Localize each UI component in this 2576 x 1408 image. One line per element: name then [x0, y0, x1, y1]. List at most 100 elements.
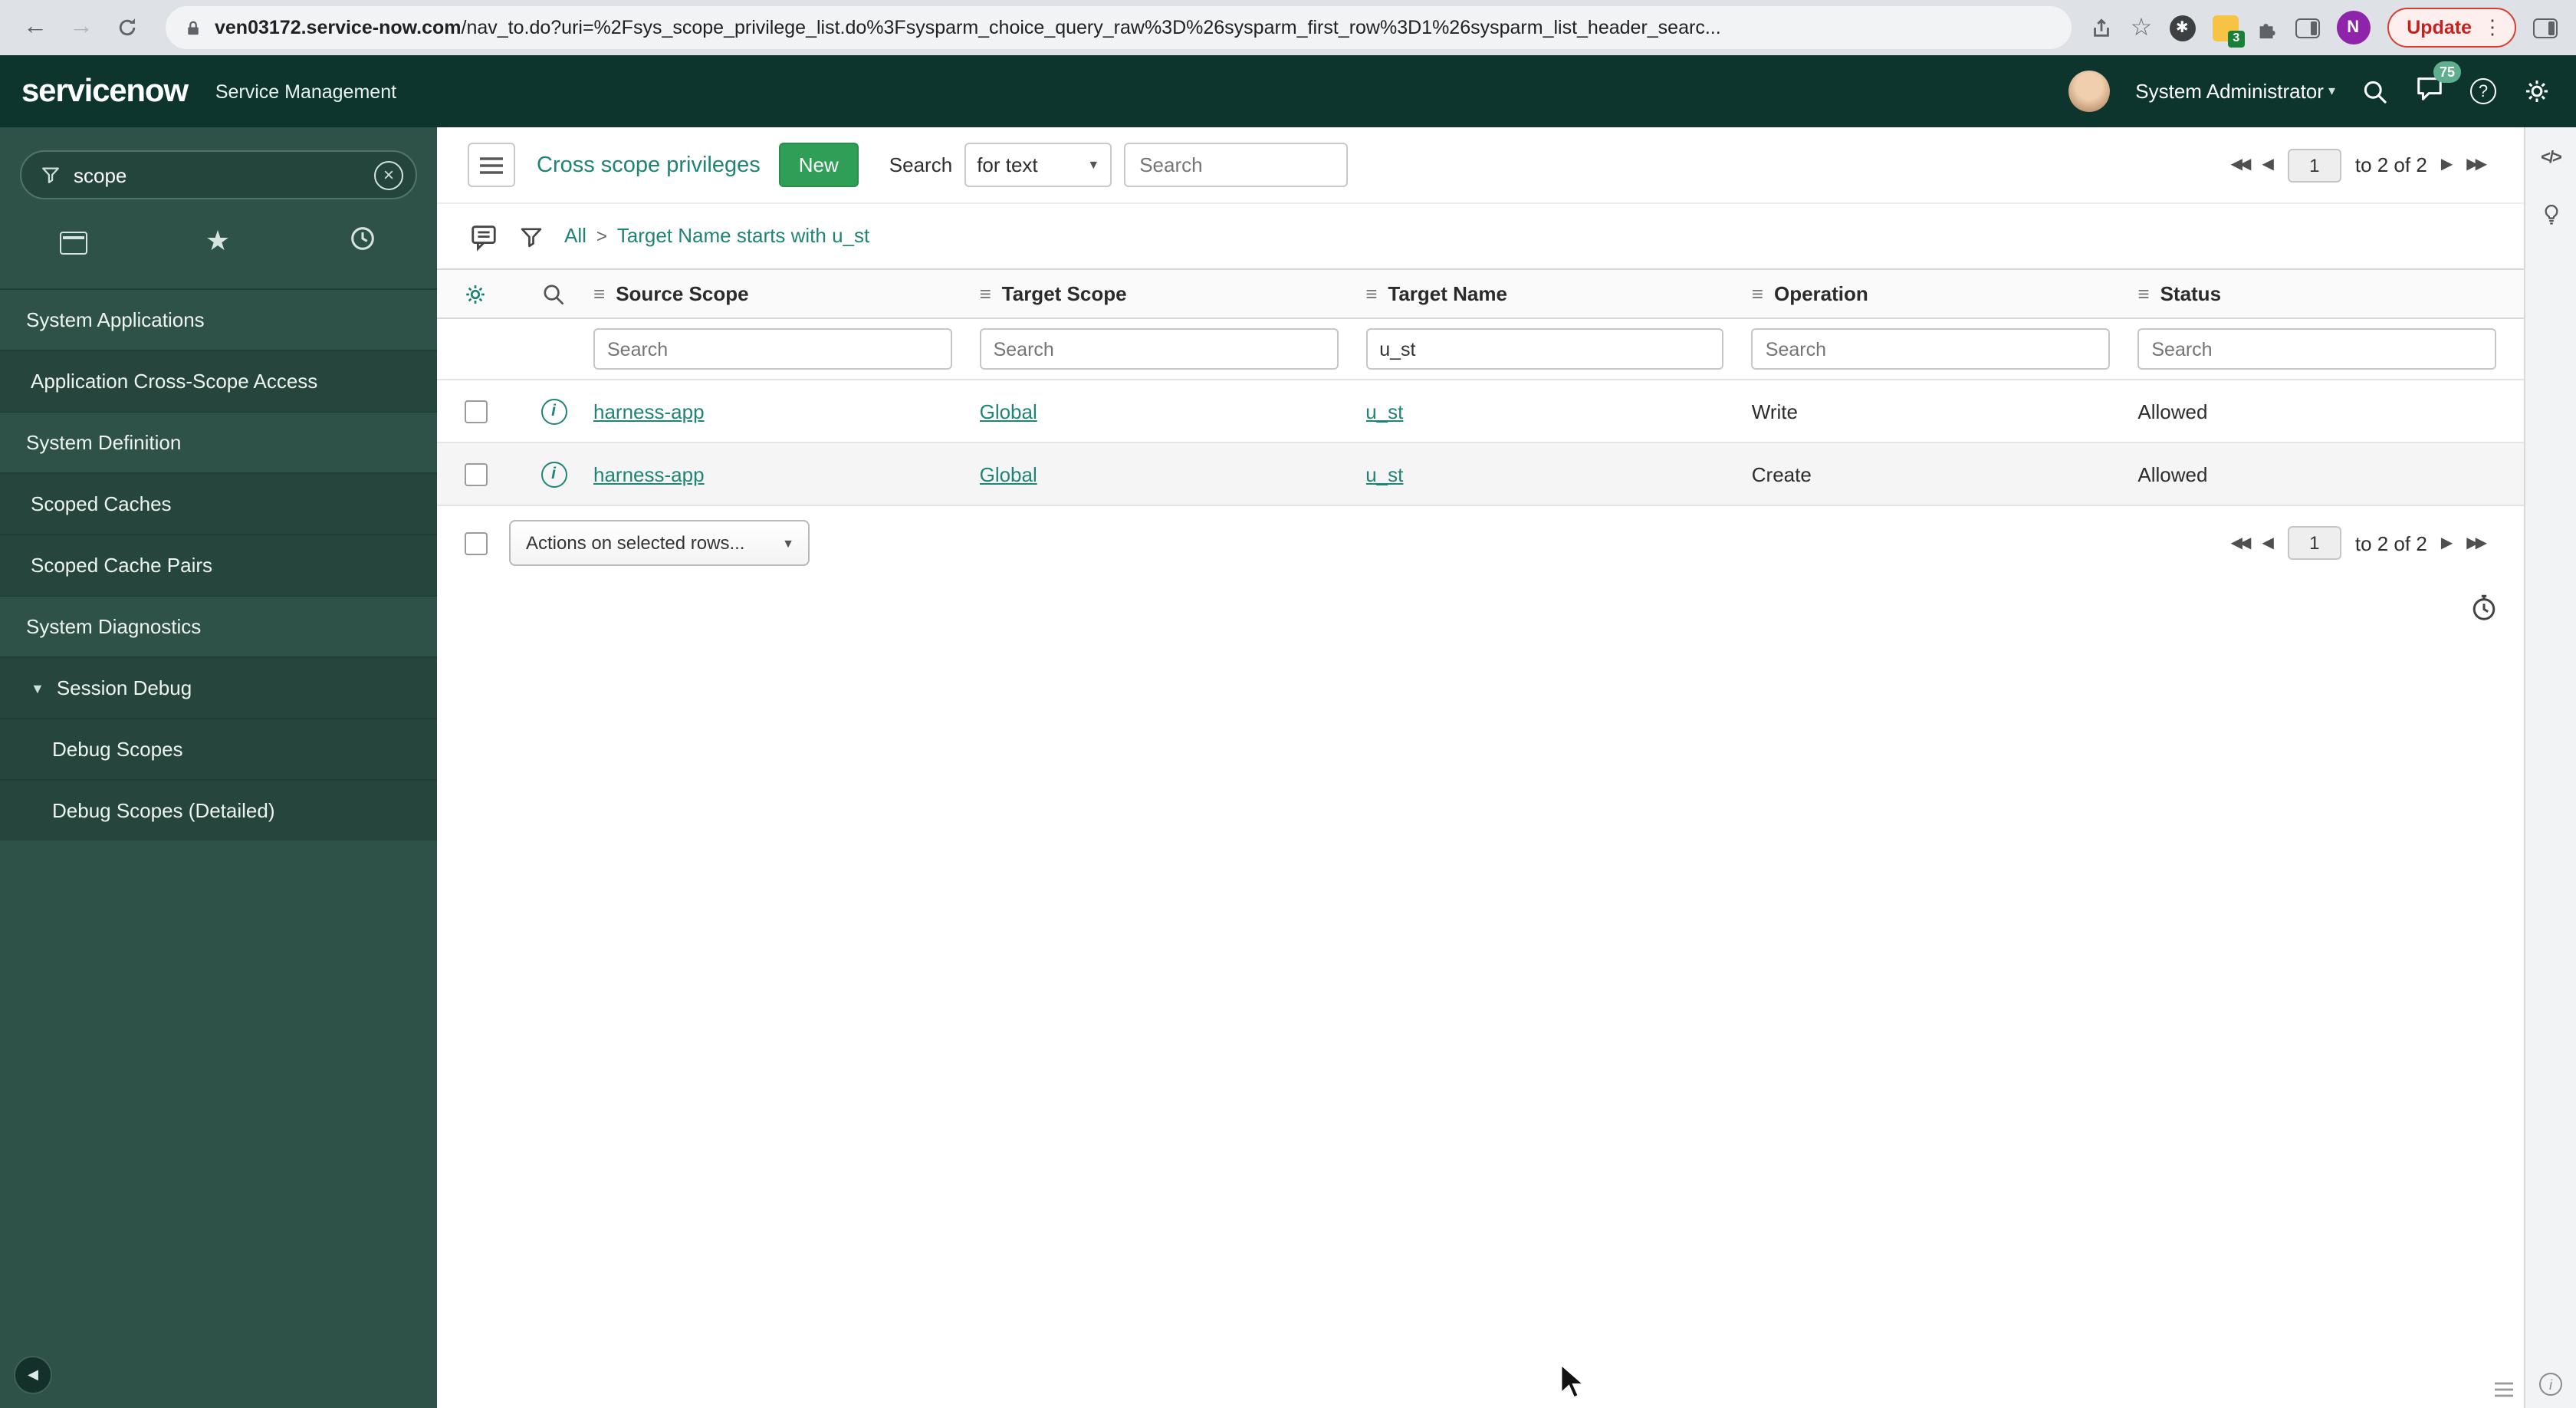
sidebar-item-label: Scoped Cache Pairs: [31, 554, 213, 577]
browser-reload-button[interactable]: [107, 8, 147, 48]
target-scope-link[interactable]: Global: [980, 400, 1037, 423]
next-page-button[interactable]: ▶: [2441, 156, 2453, 173]
help-icon[interactable]: ?: [2470, 78, 2496, 104]
list-pagination-top: ◀◀ ◀ to 2 of 2 ▶ ▶▶: [2231, 148, 2487, 182]
filter-builder-icon[interactable]: [518, 223, 544, 249]
response-time-icon[interactable]: [2469, 592, 2499, 623]
page-number-input[interactable]: [2287, 526, 2341, 560]
column-header-operation[interactable]: ≡ Operation: [1752, 282, 2138, 305]
column-search-input-operation[interactable]: [1751, 328, 2111, 370]
sidebar-item-label: System Applications: [26, 308, 205, 331]
source-scope-link[interactable]: harness-app: [593, 400, 705, 423]
side-panel-icon[interactable]: [2533, 18, 2558, 38]
actions-select[interactable]: Actions on selected rows... ▼: [509, 520, 810, 566]
previous-page-button[interactable]: ◀: [2262, 535, 2273, 551]
sidebar-item-scoped-cache-pairs[interactable]: Scoped Cache Pairs: [0, 534, 437, 595]
first-page-button[interactable]: ◀◀: [2231, 156, 2252, 173]
source-scope-link[interactable]: harness-app: [593, 462, 705, 485]
sidebar-item-system-definition[interactable]: System Definition: [0, 411, 437, 472]
list-context-menu-button[interactable]: [468, 143, 515, 187]
update-label: Update: [2407, 17, 2472, 38]
tab-history[interactable]: [349, 224, 378, 261]
sidebar-item-session-debug[interactable]: ▼ Session Debug: [0, 656, 437, 718]
split-view-icon[interactable]: [2295, 18, 2320, 38]
filter-funnel-icon: [42, 167, 59, 183]
breadcrumb-separator: >: [596, 225, 607, 247]
target-name-link[interactable]: u_st: [1365, 462, 1403, 485]
user-menu[interactable]: System Administrator ▾: [2135, 80, 2335, 103]
tab-all-applications[interactable]: [59, 231, 87, 254]
settings-gear-icon[interactable]: [2522, 77, 2551, 106]
select-all-checkbox[interactable]: [465, 531, 488, 554]
sidebar-item-application-cross-scope-access[interactable]: Application Cross-Scope Access: [0, 350, 437, 411]
tab-favorites[interactable]: ★: [205, 227, 230, 258]
user-avatar[interactable]: [2068, 71, 2110, 112]
filter-box[interactable]: ×: [20, 150, 417, 199]
column-search-input-target-scope[interactable]: [979, 328, 1339, 370]
share-icon[interactable]: [2091, 16, 2114, 39]
notifications-button[interactable]: 75: [2415, 61, 2461, 110]
page-number-input[interactable]: [2287, 148, 2341, 182]
info-icon[interactable]: i: [2539, 1373, 2562, 1396]
next-page-button[interactable]: ▶: [2441, 535, 2453, 551]
column-header-target-scope[interactable]: ≡ Target Scope: [980, 282, 1366, 305]
record-info-icon[interactable]: i: [540, 461, 567, 487]
search-type-select[interactable]: for text ▼: [964, 143, 1112, 187]
sidebar-item-debug-scopes-detailed[interactable]: Debug Scopes (Detailed): [0, 779, 437, 841]
sidebar-item-system-applications[interactable]: System Applications: [0, 288, 437, 350]
last-page-button[interactable]: ▶▶: [2466, 156, 2487, 173]
new-record-button[interactable]: New: [778, 143, 859, 187]
record-info-icon[interactable]: i: [540, 398, 567, 424]
browser-forward-button[interactable]: →: [61, 8, 101, 48]
column-header-source-scope[interactable]: ≡ Source Scope: [593, 282, 980, 305]
list-title-link[interactable]: Cross scope privileges: [537, 153, 761, 177]
personalize-list-button[interactable]: [437, 281, 514, 306]
search-type-value: for text: [977, 153, 1038, 176]
column-search-toggle-button[interactable]: [514, 281, 593, 306]
column-search-input-source-scope[interactable]: [593, 328, 952, 370]
target-scope-link[interactable]: Global: [980, 462, 1037, 485]
help-glyph: ?: [2478, 82, 2489, 100]
extension-icon[interactable]: ✱: [2169, 15, 2196, 41]
lightbulb-icon[interactable]: [2538, 201, 2563, 229]
target-name-link[interactable]: u_st: [1365, 400, 1403, 423]
column-header-target-name[interactable]: ≡ Target Name: [1365, 282, 1752, 305]
extensions-puzzle-icon[interactable]: [2255, 16, 2278, 39]
browser-address-bar[interactable]: ven03172.service-now.com/nav_to.do?uri=%…: [166, 6, 2072, 49]
application-navigator: × ★ System Applications Application Cros…: [0, 127, 437, 1408]
sidebar-item-system-diagnostics[interactable]: System Diagnostics: [0, 595, 437, 656]
list-footer: Actions on selected rows... ▼ ◀◀ ◀ to 2 …: [437, 506, 2524, 580]
browser-profile-avatar[interactable]: N: [2336, 11, 2371, 44]
sidebar-collapse-button[interactable]: ◀: [14, 1356, 52, 1394]
product-name: Service Management: [215, 81, 397, 102]
last-page-button[interactable]: ▶▶: [2466, 535, 2487, 551]
list-search-input[interactable]: [1124, 143, 1349, 187]
sidebar-item-scoped-caches[interactable]: Scoped Caches: [0, 472, 437, 534]
breadcrumb-all-link[interactable]: All: [564, 224, 586, 247]
activity-stream-icon[interactable]: [469, 222, 498, 251]
column-label: Source Scope: [616, 282, 749, 305]
column-search-input-status[interactable]: [2137, 328, 2496, 370]
operation-text: Create: [1751, 462, 1812, 485]
row-checkbox[interactable]: [464, 462, 487, 485]
first-page-button[interactable]: ◀◀: [2231, 535, 2252, 551]
extension-icon-yellow[interactable]: 3: [2212, 15, 2245, 47]
breadcrumb: All > Target Name starts with u_st: [564, 222, 869, 250]
clear-filter-button[interactable]: ×: [374, 160, 403, 189]
column-search-input-target-name[interactable]: [1365, 328, 1724, 370]
collapse-arrow-icon: ◀: [28, 1367, 38, 1382]
bookmark-star-icon[interactable]: ☆: [2131, 12, 2153, 43]
breadcrumb-condition-link[interactable]: Target Name starts with u_st: [617, 224, 869, 247]
row-checkbox[interactable]: [464, 400, 487, 423]
sidebar-item-debug-scopes[interactable]: Debug Scopes: [0, 718, 437, 779]
previous-page-button[interactable]: ◀: [2262, 156, 2273, 173]
code-icon[interactable]: </>: [2541, 149, 2562, 167]
page-range-label: to 2 of 2: [2354, 531, 2427, 554]
header-search-icon[interactable]: [2361, 77, 2389, 105]
browser-back-button[interactable]: ←: [15, 8, 55, 48]
update-button[interactable]: Update ⋮: [2387, 8, 2516, 48]
column-label: Status: [2160, 282, 2222, 305]
column-header-status[interactable]: ≡ Status: [2137, 282, 2524, 305]
sidebar-item-label: Debug Scopes: [52, 738, 183, 761]
navigator-filter-input[interactable]: [74, 163, 362, 186]
